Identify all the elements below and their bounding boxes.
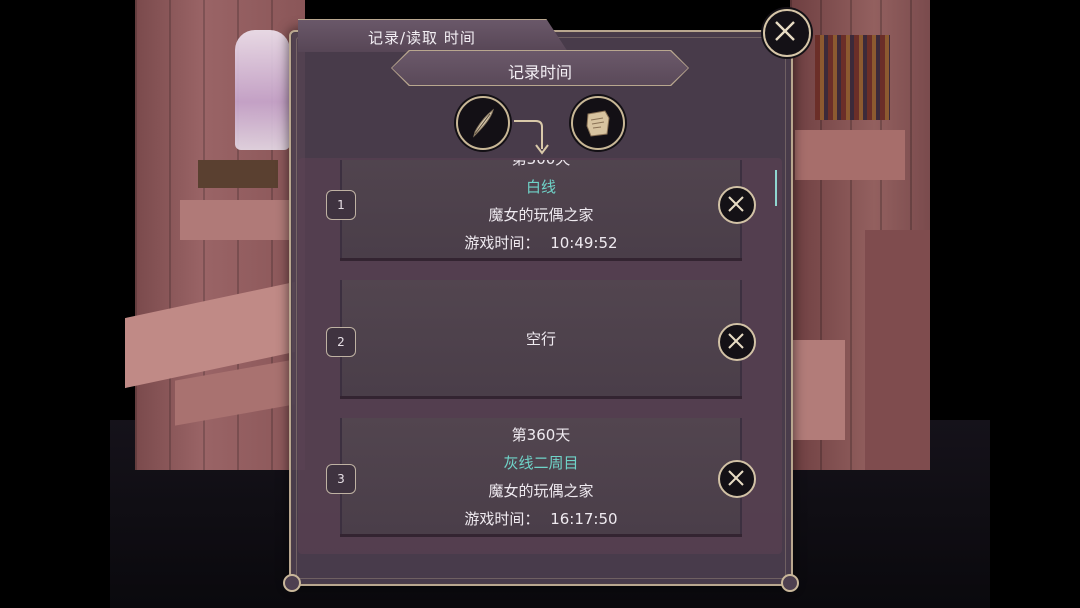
- save-slot-list[interactable]: 第300天 白线 魔女的玩偶之家 游戏时间： 10:49:52 1 空行 2 第…: [300, 160, 780, 552]
- scroll-paper-icon: [586, 110, 610, 137]
- slot-day: 第360天: [511, 426, 571, 444]
- slot-day: 第300天: [342, 160, 740, 169]
- subtitle-banner: 记录时间: [392, 51, 688, 85]
- slot-route: 灰线二周目: [503, 454, 579, 472]
- close-x-icon: [775, 21, 795, 41]
- load-mode-button[interactable]: [571, 96, 625, 150]
- save-slot[interactable]: 第360天 灰线二周目 魔女的玩偶之家 游戏时间： 16:17:50: [340, 418, 742, 534]
- close-x-icon: [728, 196, 744, 212]
- playtime-label: 游戏时间：: [464, 234, 540, 252]
- delete-slot-button[interactable]: [718, 460, 756, 498]
- right-shelf: [795, 130, 905, 180]
- delete-slot-button[interactable]: [718, 186, 756, 224]
- quill-pen-icon: [473, 108, 494, 138]
- slot-number: 1: [326, 190, 356, 220]
- close-dialog-button[interactable]: [763, 9, 811, 57]
- slot-playtime: 游戏时间： 16:17:50: [342, 508, 740, 529]
- frame-corner-ornament: [283, 574, 301, 592]
- slot-route: 白线: [525, 178, 556, 196]
- slot-location: 魔女的玩偶之家: [488, 482, 594, 500]
- slot-number: 3: [326, 464, 356, 494]
- save-slot-empty[interactable]: 空行: [340, 280, 742, 396]
- right-plank: [790, 340, 845, 440]
- subtitle-text: 记录时间: [507, 63, 572, 82]
- frame-corner-ornament: [781, 574, 799, 592]
- save-mode-button[interactable]: [456, 96, 510, 150]
- bookshelf: [815, 35, 890, 120]
- slot-playtime: 游戏时间： 10:49:52: [342, 232, 740, 253]
- save-slot[interactable]: 第300天 白线 魔女的玩偶之家 游戏时间： 10:49:52: [340, 160, 742, 258]
- slot-empty-text: 空行: [525, 330, 556, 348]
- playtime-value: 10:49:52: [550, 234, 618, 252]
- left-shelf: [180, 200, 290, 240]
- character-sprite: [235, 30, 290, 150]
- close-x-icon: [728, 333, 744, 349]
- slot-number: 2: [326, 327, 356, 357]
- close-x-icon: [728, 470, 744, 486]
- desk: [198, 160, 278, 188]
- dialog-title-tab: 记录/读取 时间: [298, 19, 568, 52]
- playtime-value: 16:17:50: [550, 510, 618, 528]
- mode-arrow-icon: [514, 120, 549, 155]
- list-scrollbar[interactable]: [775, 170, 777, 206]
- playtime-label: 游戏时间：: [464, 510, 540, 528]
- dialog-title: 记录/读取 时间: [368, 29, 476, 47]
- delete-slot-button[interactable]: [718, 323, 756, 361]
- slot-location: 魔女的玩偶之家: [488, 206, 594, 224]
- right-pillar: [865, 230, 930, 470]
